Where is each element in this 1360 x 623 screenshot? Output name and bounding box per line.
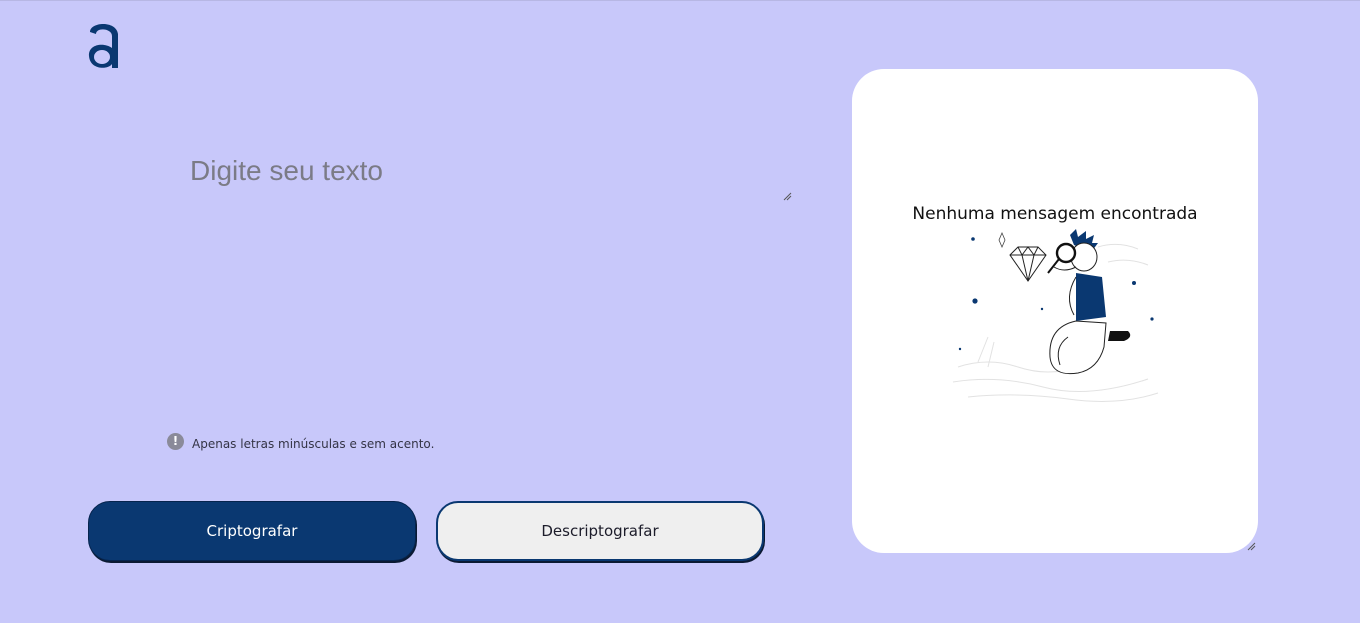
exclamation-circle-icon: ! (167, 432, 184, 450)
message-input[interactable] (180, 145, 792, 201)
encrypt-button[interactable]: Criptografar (88, 501, 416, 561)
resize-handle-icon[interactable] (782, 191, 792, 201)
output-panel[interactable]: Nenhuma mensagem encontrada (852, 69, 1258, 553)
empty-state-title: Nenhuma mensagem encontrada (912, 204, 1198, 224)
panel-resize-handle-icon[interactable] (1246, 541, 1256, 551)
top-border (0, 0, 1360, 1)
encrypt-button-label: Criptografar (206, 522, 298, 540)
decrypt-button-label: Descriptografar (541, 522, 659, 540)
decrypt-button[interactable]: Descriptografar (436, 501, 764, 561)
hint-text: Apenas letras minúsculas e sem acento. (192, 437, 435, 451)
alura-logo-icon[interactable] (86, 18, 122, 72)
input-hint: ! Apenas letras minúsculas e sem acento. (167, 431, 434, 451)
person-with-magnifier-illustration (952, 229, 1159, 402)
